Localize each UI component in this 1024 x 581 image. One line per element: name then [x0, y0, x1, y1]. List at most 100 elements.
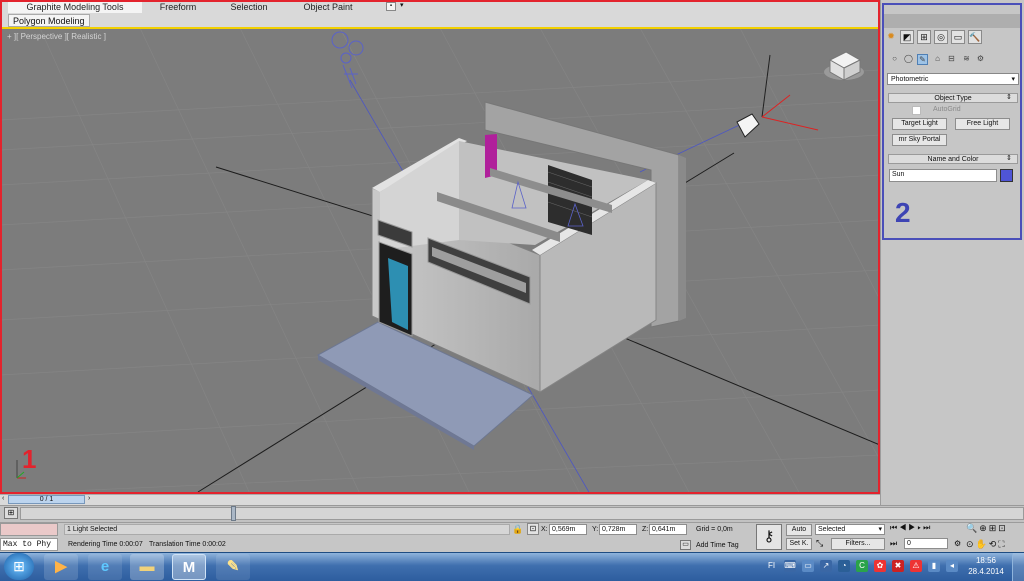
scene-canvas: [0, 28, 880, 494]
clock[interactable]: 18:56 28.4.2014: [966, 555, 1006, 577]
ribbon-tab-selection[interactable]: Selection: [222, 1, 276, 13]
add-time-tag[interactable]: Add Time Tag: [696, 541, 739, 551]
perspective-viewport[interactable]: + ][ Perspective ][ Realistic ]: [0, 28, 880, 494]
tray-c-app-icon[interactable]: C: [856, 560, 868, 572]
show-desktop-button[interactable]: [1012, 553, 1024, 581]
x-coordinate-field[interactable]: 0,569m: [549, 524, 587, 535]
ribbon-tab-object-paint[interactable]: Object Paint: [292, 1, 364, 13]
track-bar-key-marker[interactable]: [231, 506, 236, 521]
object-color-swatch[interactable]: [1000, 169, 1013, 182]
mini-curve-editor-icon[interactable]: ⊞: [4, 507, 18, 519]
lights-icon[interactable]: ✎: [917, 54, 928, 65]
filters-button[interactable]: Filters...: [831, 538, 885, 550]
tray-network-icon[interactable]: ↗: [820, 560, 832, 572]
name-and-color-rollout-header[interactable]: Name and Color: [888, 154, 1018, 164]
chevron-down-icon: ▾: [878, 526, 882, 533]
x-label: X:: [541, 526, 548, 533]
ribbon-subtab-polygon-modeling[interactable]: Polygon Modeling: [8, 14, 90, 27]
maxscript-listener-input[interactable]: Max to Phy: [0, 538, 58, 551]
command-panel-header: [884, 14, 1020, 28]
target-light-button[interactable]: Target Light: [892, 118, 947, 130]
z-coordinate-field[interactable]: 0,641m: [649, 524, 687, 535]
viewport-nav-controls[interactable]: 🔍⊕⊞⊡: [966, 523, 1008, 534]
ribbon-tab-freeform[interactable]: Freeform: [148, 1, 208, 13]
tray-keyboard-icon[interactable]: ⌨: [784, 560, 796, 572]
current-frame-field[interactable]: 0: [904, 538, 948, 549]
tray-battery-icon[interactable]: ▮: [928, 560, 940, 572]
clock-time: 18:56: [975, 556, 997, 565]
chevron-down-icon: ▾: [1011, 76, 1015, 83]
time-tag-icon[interactable]: ▭: [680, 540, 691, 550]
y-coordinate-field[interactable]: 0,728m: [599, 524, 637, 535]
systems-icon[interactable]: ⚙: [975, 54, 986, 65]
key-mode-toggle-icon[interactable]: ⏭: [890, 539, 897, 549]
helpers-icon[interactable]: ⊟: [946, 54, 957, 65]
time-slider-prev-icon[interactable]: ‹: [2, 495, 4, 502]
selection-info: 1 Light Selected: [64, 524, 510, 535]
key-icon[interactable]: ⚷: [756, 524, 782, 550]
z-label: Z:: [642, 526, 649, 533]
tray-alert-icon[interactable]: ⚠: [910, 560, 922, 572]
tray-red-app-icon[interactable]: ✿: [874, 560, 886, 572]
maxscript-listener-output[interactable]: [0, 523, 58, 536]
collapse-icon[interactable]: ⇕: [1006, 93, 1012, 101]
media-player-icon[interactable]: ▶: [44, 554, 78, 580]
ribbon-options-arrow-icon[interactable]: ▾: [400, 1, 404, 9]
track-bar-timeline[interactable]: [20, 507, 1024, 520]
absolute-mode-icon[interactable]: ⊡: [527, 523, 539, 535]
translation-time: Translation Time 0:00:02: [149, 541, 226, 548]
object-name-field[interactable]: Sun: [889, 169, 997, 182]
object-type-title: Object Type: [934, 95, 972, 102]
language-indicator[interactable]: FI: [768, 561, 775, 570]
file-explorer-icon[interactable]: ▬: [130, 554, 164, 580]
utilities-panel-icon[interactable]: 🔨: [968, 30, 982, 44]
motion-panel-icon[interactable]: ◎: [934, 30, 948, 44]
playback-controls[interactable]: ⏮◀▶▸⏭: [890, 523, 932, 533]
ribbon-minimize-icon[interactable]: ▪: [386, 2, 396, 11]
key-filter-value: Selected: [818, 526, 846, 533]
tray-x-app-icon[interactable]: ✖: [892, 560, 904, 572]
autogrid-label: AutoGrid: [933, 106, 961, 113]
internet-explorer-icon[interactable]: e: [88, 554, 122, 580]
viewport-label[interactable]: + ][ Perspective ][ Realistic ]: [7, 32, 106, 41]
tray-wifi-icon[interactable]: ◔: [838, 560, 850, 572]
time-slider-next-icon[interactable]: ›: [88, 495, 90, 502]
tray-volume-icon[interactable]: ◂: [946, 560, 958, 572]
viewcube-icon: [824, 51, 864, 81]
space-warps-icon[interactable]: ≋: [961, 54, 972, 65]
name-and-color-title: Name and Color: [927, 156, 979, 163]
y-label: Y:: [592, 526, 599, 533]
paint-icon[interactable]: ✎: [216, 554, 250, 580]
transform-gizmo: [736, 54, 819, 138]
hierarchy-panel-icon[interactable]: ⊞: [917, 30, 931, 44]
3ds-max-icon[interactable]: M: [172, 554, 206, 580]
key-mode-icon[interactable]: ⤡: [816, 538, 823, 549]
geometry-icon[interactable]: ○: [889, 54, 900, 65]
shapes-icon[interactable]: ◯: [903, 54, 914, 65]
annotation-number-1: 1: [22, 444, 37, 474]
start-orb-icon[interactable]: ⊞: [4, 553, 34, 580]
autogrid-checkbox[interactable]: [912, 106, 921, 115]
viewport-active-highlight: [2, 27, 878, 29]
light-category-dropdown[interactable]: Photometric ▾: [887, 73, 1019, 85]
modify-panel-icon[interactable]: ◩: [900, 30, 914, 44]
rendering-time: Rendering Time 0:00:07: [68, 541, 143, 548]
collapse-icon[interactable]: ⇕: [1006, 154, 1012, 162]
tray-monitor-icon[interactable]: ▭: [802, 560, 814, 572]
mr-sky-portal-button[interactable]: mr Sky Portal: [892, 134, 947, 146]
free-light-button[interactable]: Free Light: [955, 118, 1010, 130]
create-panel-icon[interactable]: ✹: [884, 30, 898, 44]
time-slider-thumb[interactable]: 0 / 1: [8, 495, 85, 504]
time-slider[interactable]: [0, 494, 880, 505]
time-config-icon[interactable]: ⚙: [954, 539, 961, 548]
lock-selection-icon[interactable]: 🔒: [512, 524, 523, 535]
object-type-rollout-header[interactable]: Object Type: [888, 93, 1018, 103]
set-key-button[interactable]: Set K.: [786, 538, 812, 550]
ribbon-tab-graphite[interactable]: Graphite Modeling Tools: [8, 1, 142, 13]
viewport-nav-controls-2[interactable]: ⊙✋⟲⛶: [966, 539, 1007, 550]
key-filter-dropdown[interactable]: Selected ▾: [815, 524, 885, 535]
display-panel-icon[interactable]: ▭: [951, 30, 965, 44]
annotation-number-2: 2: [895, 197, 911, 228]
auto-key-button[interactable]: Auto: [786, 524, 812, 536]
cameras-icon[interactable]: ⌂: [932, 54, 943, 65]
